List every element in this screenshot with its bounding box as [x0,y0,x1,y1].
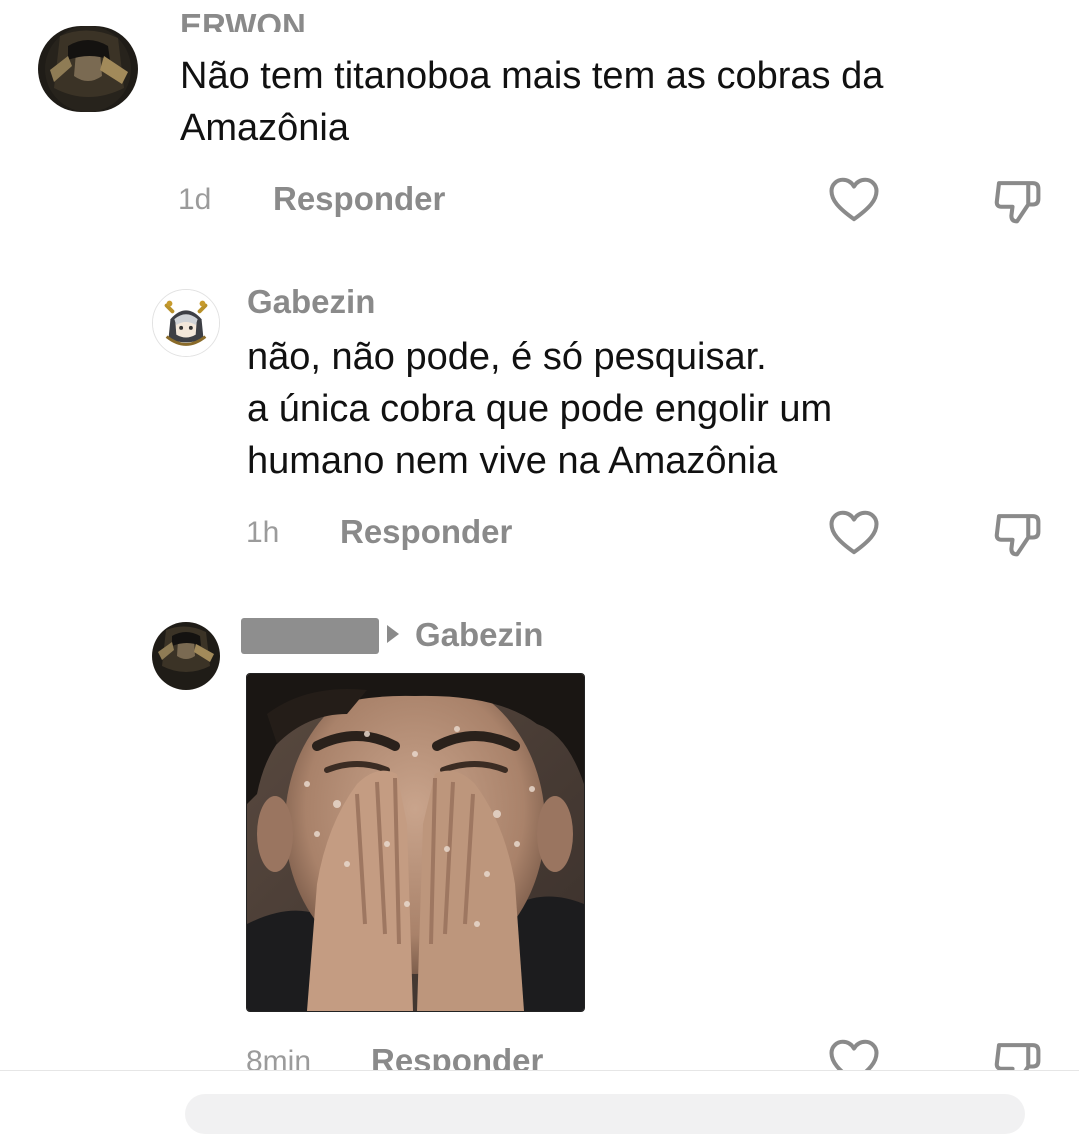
comment-actions-row: 8min Responder [0,1030,1079,1070]
comment-input[interactable] [185,1094,1025,1134]
username[interactable]: Gabezin [247,282,375,322]
heart-icon[interactable] [827,173,881,227]
timestamp: 1d [178,183,212,216]
divider [0,1070,1079,1071]
caret-right-icon [387,625,399,643]
heart-icon[interactable] [827,1035,881,1070]
comment-line: humano nem vive na Amazônia [247,440,778,482]
reply-button[interactable]: Responder [273,181,445,217]
avatar[interactable] [152,622,220,690]
avatar[interactable] [152,289,220,357]
username-partial[interactable]: ERWON [180,6,306,32]
heart-icon[interactable] [827,506,881,560]
comment-text: Não tem titanoboa mais tem as cobras da … [180,50,1040,154]
thumbs-down-icon[interactable] [990,1035,1044,1070]
redacted-username [241,618,379,654]
sticker-image[interactable] [246,673,585,1012]
reply-button[interactable]: Responder [371,1043,543,1071]
thumbs-down-icon[interactable] [990,506,1044,560]
comment-line: Amazônia [180,107,349,149]
avatar[interactable] [38,26,138,112]
comment-text: não, não pode, é só pesquisar. a única c… [247,331,1007,487]
comment-line: a única cobra que pode engolir um [247,388,833,430]
comment-line: Não tem titanoboa mais tem as cobras da [180,55,884,97]
timestamp: 8min [246,1045,312,1070]
reply-button[interactable]: Responder [340,514,512,550]
comment-line: não, não pode, é só pesquisar. [247,336,767,378]
timestamp: 1h [246,516,280,549]
reply-to-username[interactable]: Gabezin [415,615,543,655]
thumbs-down-icon[interactable] [990,173,1044,227]
